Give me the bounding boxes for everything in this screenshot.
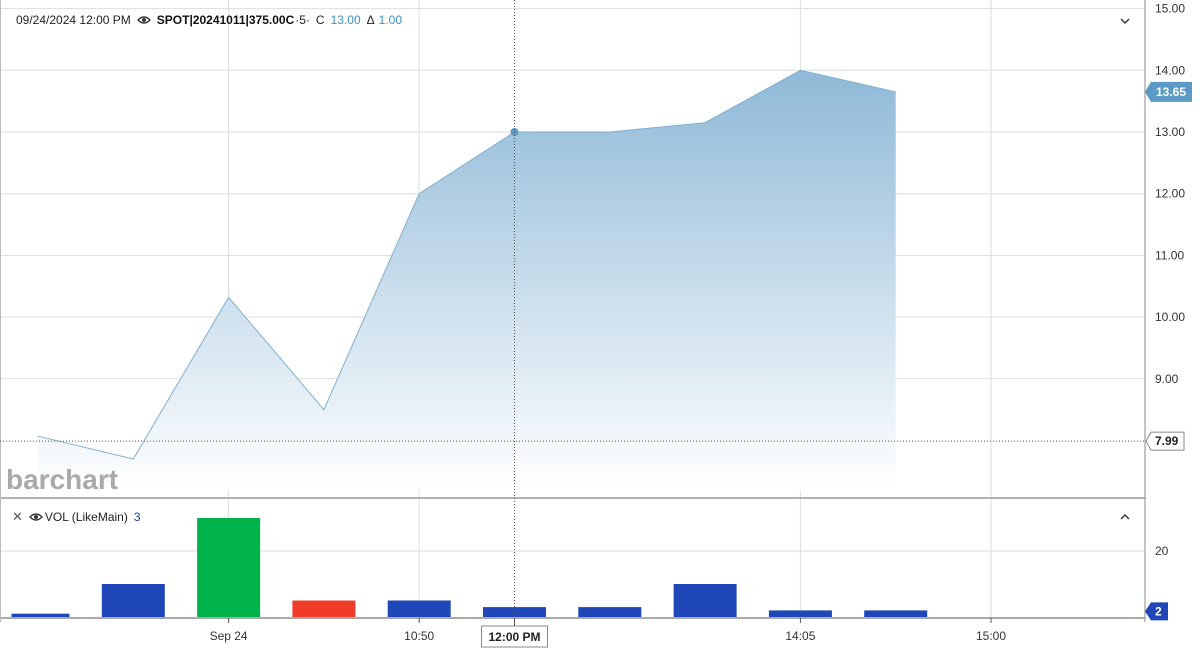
volume-bar (292, 601, 355, 618)
y-tick-label: 14.00 (1155, 63, 1185, 77)
volume-bar (769, 610, 832, 617)
header-change-value: 1.00 (379, 13, 402, 27)
x-tick-label: 14:05 (785, 629, 815, 643)
price-area-layer (38, 70, 896, 490)
y-tick-label: 9.00 (1155, 372, 1179, 386)
price-area (38, 70, 896, 490)
y-tick-label: 10.00 (1155, 310, 1185, 324)
volume-pane-header: ✕ VOL (LikeMain) 3 (12, 509, 141, 525)
reference-line-label: 7.99 (1155, 434, 1179, 448)
y-tick-label: 13.00 (1155, 125, 1185, 139)
chart-root: 15.00 14.00 13.00 12.00 11.00 10.00 9.00 20 Sep … (0, 0, 1200, 661)
close-icon[interactable]: ✕ (12, 509, 23, 525)
x-tick-label: 10:50 (404, 629, 434, 643)
price-pane-collapse-chevron-down-icon[interactable] (1118, 14, 1132, 28)
price-pane-header: 09/24/2024 12:00 PM SPOT|20241011|375.00… (16, 13, 402, 27)
x-tick-label: 15:00 (976, 629, 1006, 643)
eye-icon[interactable] (29, 512, 43, 522)
header-interval: ·5· (295, 13, 310, 27)
header-change-label: Δ (367, 13, 375, 27)
barchart-logo: barchart (6, 464, 118, 495)
header-close-label: C (316, 13, 325, 27)
y-tick-label: 12.00 (1155, 187, 1185, 201)
header-symbol: SPOT|20241011|375.00C (157, 13, 294, 27)
volume-bar (12, 614, 70, 617)
vol-y-tick-label: 20 (1155, 544, 1169, 558)
volume-bar (578, 607, 641, 617)
volume-last-label: 2 (1155, 604, 1162, 618)
volume-bar (674, 584, 737, 617)
volume-bar (102, 584, 165, 617)
crosshair-time-label: 12:00 PM (488, 630, 540, 644)
volume-bar (864, 610, 927, 617)
y-tick-label: 11.00 (1155, 248, 1184, 262)
y-tick-label: 15.00 (1155, 2, 1185, 16)
header-datetime: 09/24/2024 12:00 PM (16, 13, 131, 27)
volume-bars-layer (12, 518, 928, 617)
last-price-label: 13.65 (1156, 85, 1186, 99)
volume-bar (197, 518, 260, 617)
volume-title: VOL (LikeMain) (45, 510, 128, 524)
volume-bar (388, 601, 451, 618)
volume-pane-collapse-chevron-up-icon[interactable] (1118, 510, 1132, 524)
header-close-value: 13.00 (331, 13, 361, 27)
x-tick-label: Sep 24 (210, 629, 248, 643)
volume-value: 3 (134, 510, 141, 524)
chart-canvas[interactable]: 15.00 14.00 13.00 12.00 11.00 10.00 9.00 20 Sep … (0, 0, 1200, 661)
eye-icon[interactable] (137, 15, 151, 25)
